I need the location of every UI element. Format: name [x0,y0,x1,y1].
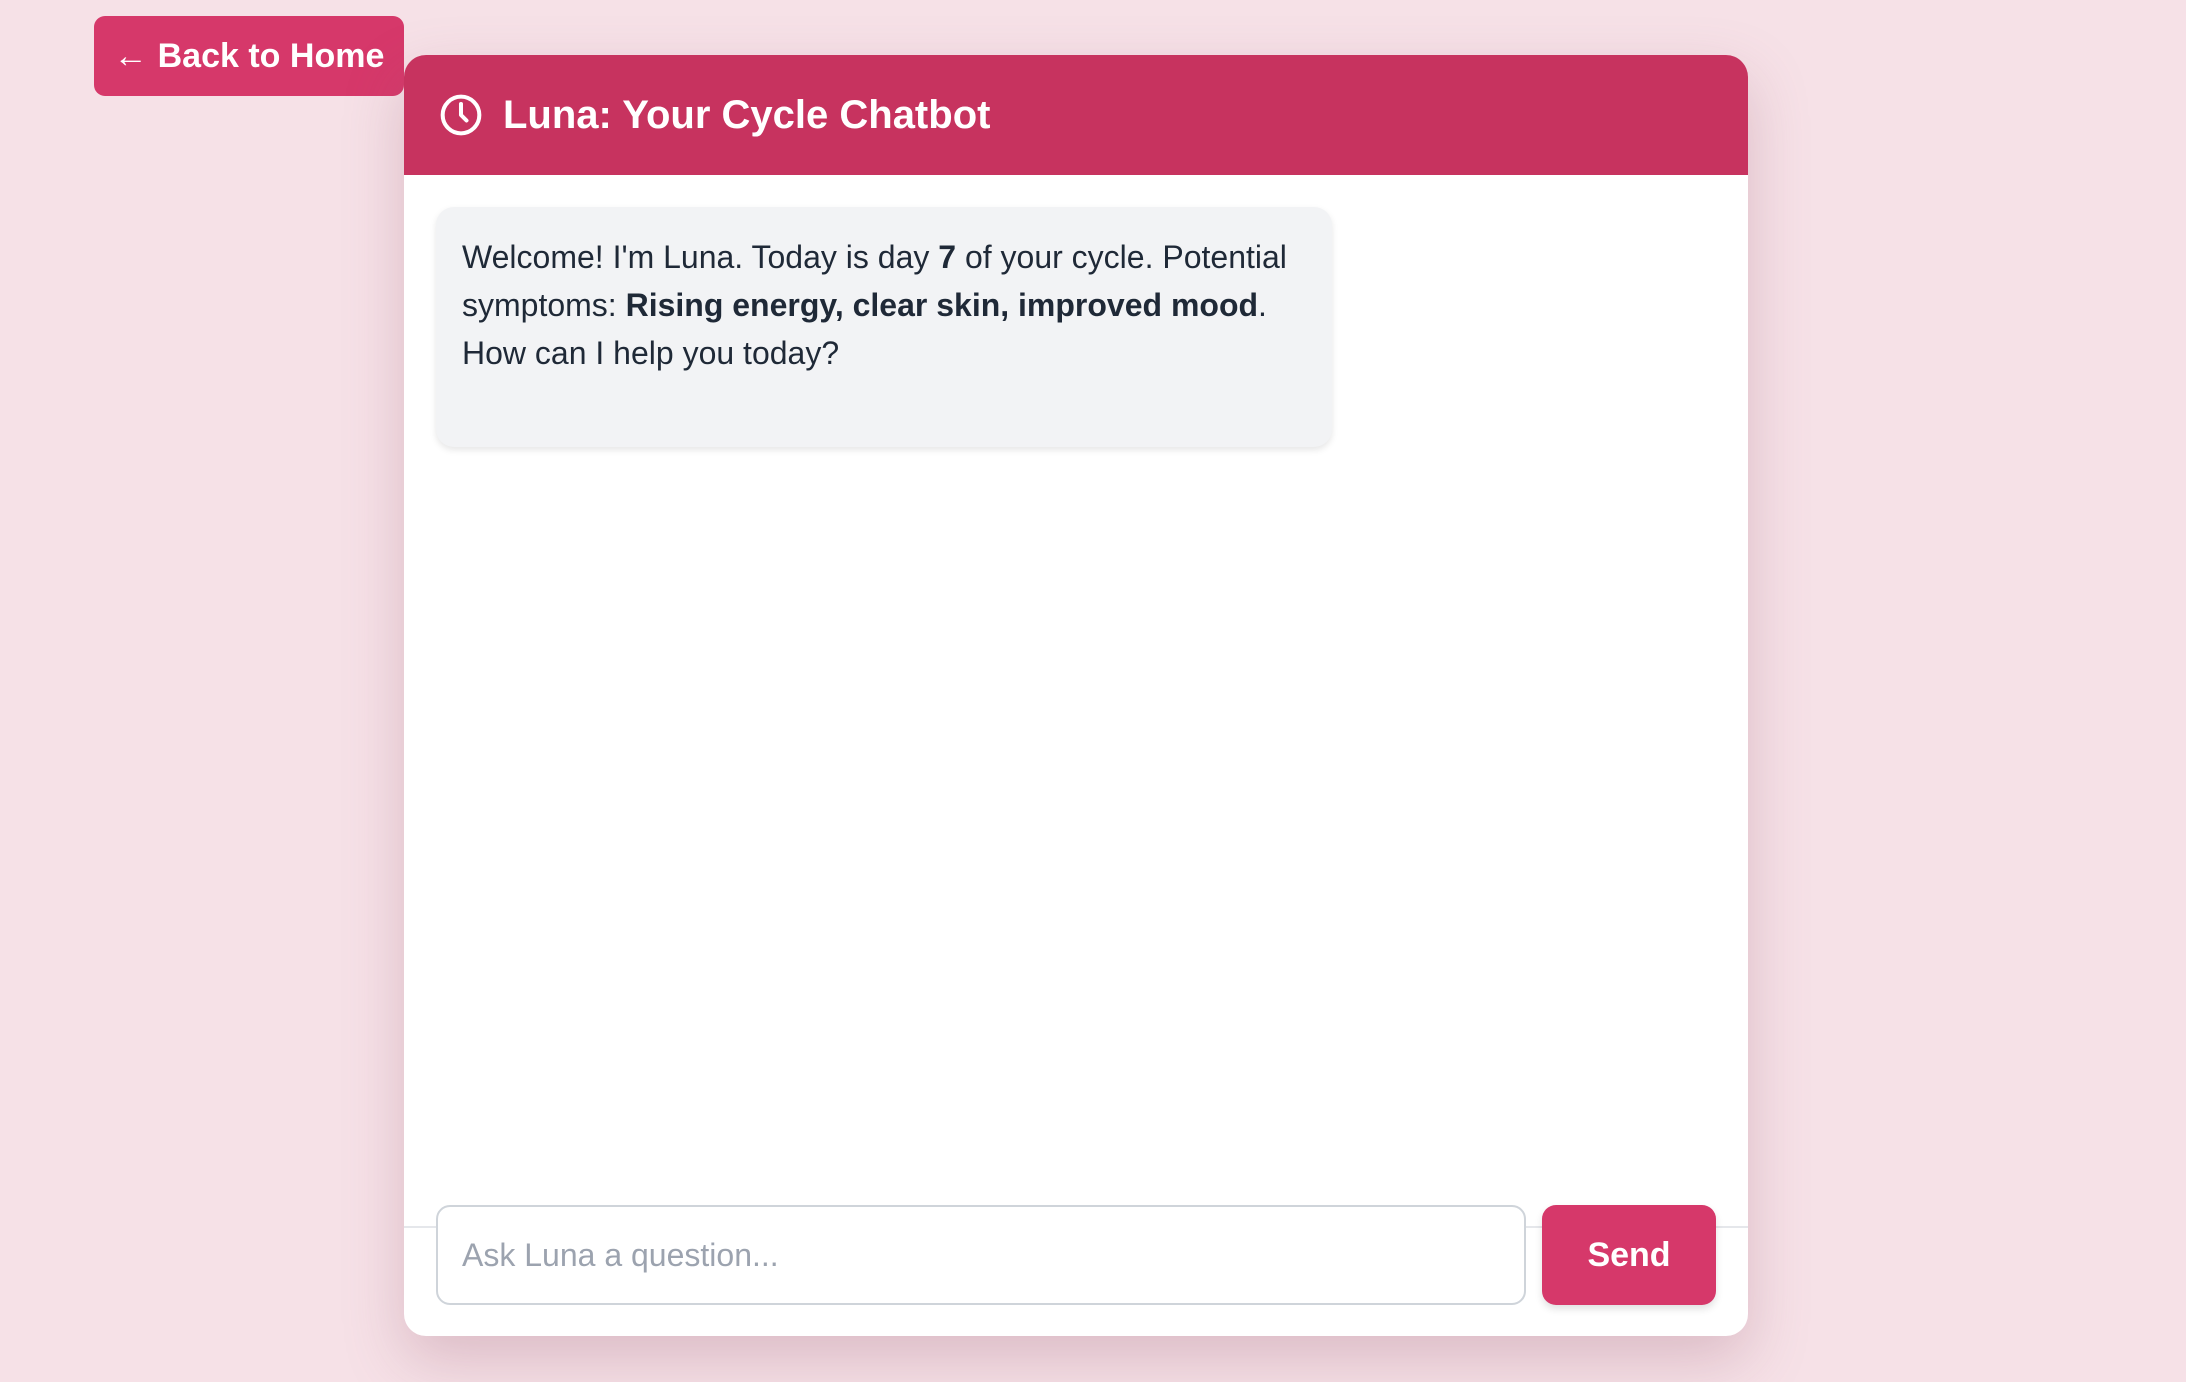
bot-message-bubble: Welcome! I'm Luna. Today is day 7 of you… [436,207,1332,447]
back-to-home-button[interactable]: ← Back to Home [94,16,404,96]
arrow-left-icon: ← [113,37,148,75]
cycle-day-value: 7 [938,239,957,275]
chat-header: Luna: Your Cycle Chatbot [404,55,1748,175]
back-to-home-label: Back to Home [157,36,385,75]
clock-icon [439,93,483,137]
chat-title: Luna: Your Cycle Chatbot [503,92,991,137]
question-input[interactable] [436,1205,1526,1305]
message-text: Welcome! I'm Luna. Today is day [462,239,939,275]
message-list: Welcome! I'm Luna. Today is day 7 of you… [404,175,1748,1226]
send-button[interactable]: Send [1542,1205,1716,1305]
chat-window: Luna: Your Cycle Chatbot Welcome! I'm Lu… [404,55,1748,1336]
symptoms-value: Rising energy, clear skin, improved mood [625,287,1259,323]
